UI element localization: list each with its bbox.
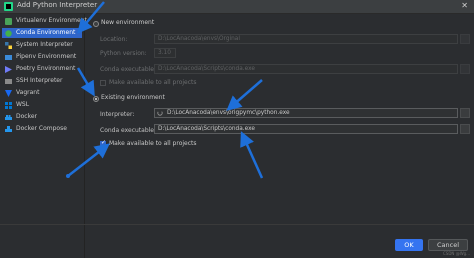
sidebar-item-pipenv[interactable]: Pipenv Environment [2, 52, 82, 62]
sidebar-item-label: Pipenv Environment [16, 53, 77, 60]
docker-icon [5, 115, 12, 120]
python-version-label: Python version: [100, 50, 147, 57]
python-version-select[interactable]: 3.10 [154, 48, 176, 58]
sidebar-item-system[interactable]: System Interpreter [2, 40, 82, 50]
sidebar-item-virtualenv[interactable]: Virtualenv Environment [2, 16, 87, 26]
sidebar-item-docker-compose[interactable]: Docker Compose [2, 124, 82, 134]
folder-icon[interactable] [460, 124, 470, 134]
conda-settings-panel: New environment Location: D:\LocAnacoda\… [85, 14, 474, 258]
existing-environment-radio[interactable] [93, 96, 99, 102]
poetry-icon [5, 66, 12, 73]
cancel-button[interactable]: Cancel [428, 239, 468, 251]
sidebar-item-label: Docker Compose [16, 125, 67, 132]
pipenv-icon [5, 55, 12, 60]
footer-divider [0, 224, 474, 225]
sidebar-item-label: WSL [16, 101, 30, 108]
python-icon [5, 42, 12, 49]
folder-icon[interactable] [460, 64, 470, 74]
sidebar-item-ssh[interactable]: SSH Interpreter [2, 76, 82, 86]
interpreter-select[interactable]: D:\LocAnacoda\envs\origpymc\python.exe [154, 108, 458, 118]
sidebar-item-label: Poetry Environment [16, 65, 76, 72]
new-environment-label: New environment [101, 19, 155, 26]
sidebar-item-label: System Interpreter [16, 41, 73, 48]
close-icon[interactable]: ✕ [461, 1, 468, 10]
make-available-checkbox-new[interactable] [100, 80, 106, 86]
virtualenv-icon [5, 18, 12, 25]
pycharm-app-icon [4, 2, 13, 11]
sidebar-item-conda[interactable]: Conda Environment [2, 28, 82, 38]
ssh-icon [5, 79, 12, 84]
sidebar-item-label: Docker [16, 113, 38, 120]
title-bar: Add Python Interpreter ✕ [0, 0, 474, 14]
interpreter-value: D:\LocAnacoda\envs\origpymc\python.exe [167, 110, 290, 116]
conda-executable-label: Conda executable: [100, 66, 157, 73]
make-available-label: Make available to all projects [109, 140, 197, 147]
loading-spinner-icon [157, 110, 163, 116]
sidebar-item-label: Virtualenv Environment [16, 17, 87, 24]
location-field[interactable]: D:\LocAnacoda\envs\Orginal [154, 34, 458, 44]
wsl-icon [5, 102, 12, 109]
sidebar-item-poetry[interactable]: Poetry Environment [2, 64, 82, 74]
make-available-checkbox[interactable] [100, 139, 106, 147]
window-title: Add Python Interpreter [17, 1, 98, 9]
new-environment-radio[interactable] [93, 21, 99, 27]
conda-executable-label-existing: Conda executable: [100, 127, 157, 134]
conda-executable-field-existing[interactable]: D:\LocAnacoda\Scripts\conda.exe [154, 124, 458, 134]
ok-button[interactable]: OK [395, 239, 423, 251]
interpreter-label: Interpreter: [100, 111, 135, 118]
existing-environment-label: Existing environment [101, 94, 165, 101]
sidebar-item-vagrant[interactable]: Vagrant [2, 88, 82, 98]
conda-executable-field[interactable]: D:\LocAnacoda\Scripts\conda.exe [154, 64, 458, 74]
docker-compose-icon [5, 126, 12, 132]
sidebar-item-wsl[interactable]: WSL [2, 100, 82, 110]
watermark: CSDN @Wg... [443, 251, 470, 256]
folder-icon[interactable] [460, 108, 470, 118]
sidebar-item-label: Vagrant [16, 89, 40, 96]
sidebar-item-docker[interactable]: Docker [2, 112, 82, 122]
sidebar-item-label: Conda Environment [16, 29, 76, 36]
interpreter-type-list: Virtualenv Environment Conda Environment… [0, 14, 87, 258]
make-available-label-new: Make available to all projects [109, 79, 197, 86]
sidebar-item-label: SSH Interpreter [16, 77, 63, 84]
location-label: Location: [100, 36, 128, 43]
vagrant-icon [5, 90, 12, 97]
folder-icon[interactable] [460, 34, 470, 44]
conda-icon [5, 30, 12, 37]
